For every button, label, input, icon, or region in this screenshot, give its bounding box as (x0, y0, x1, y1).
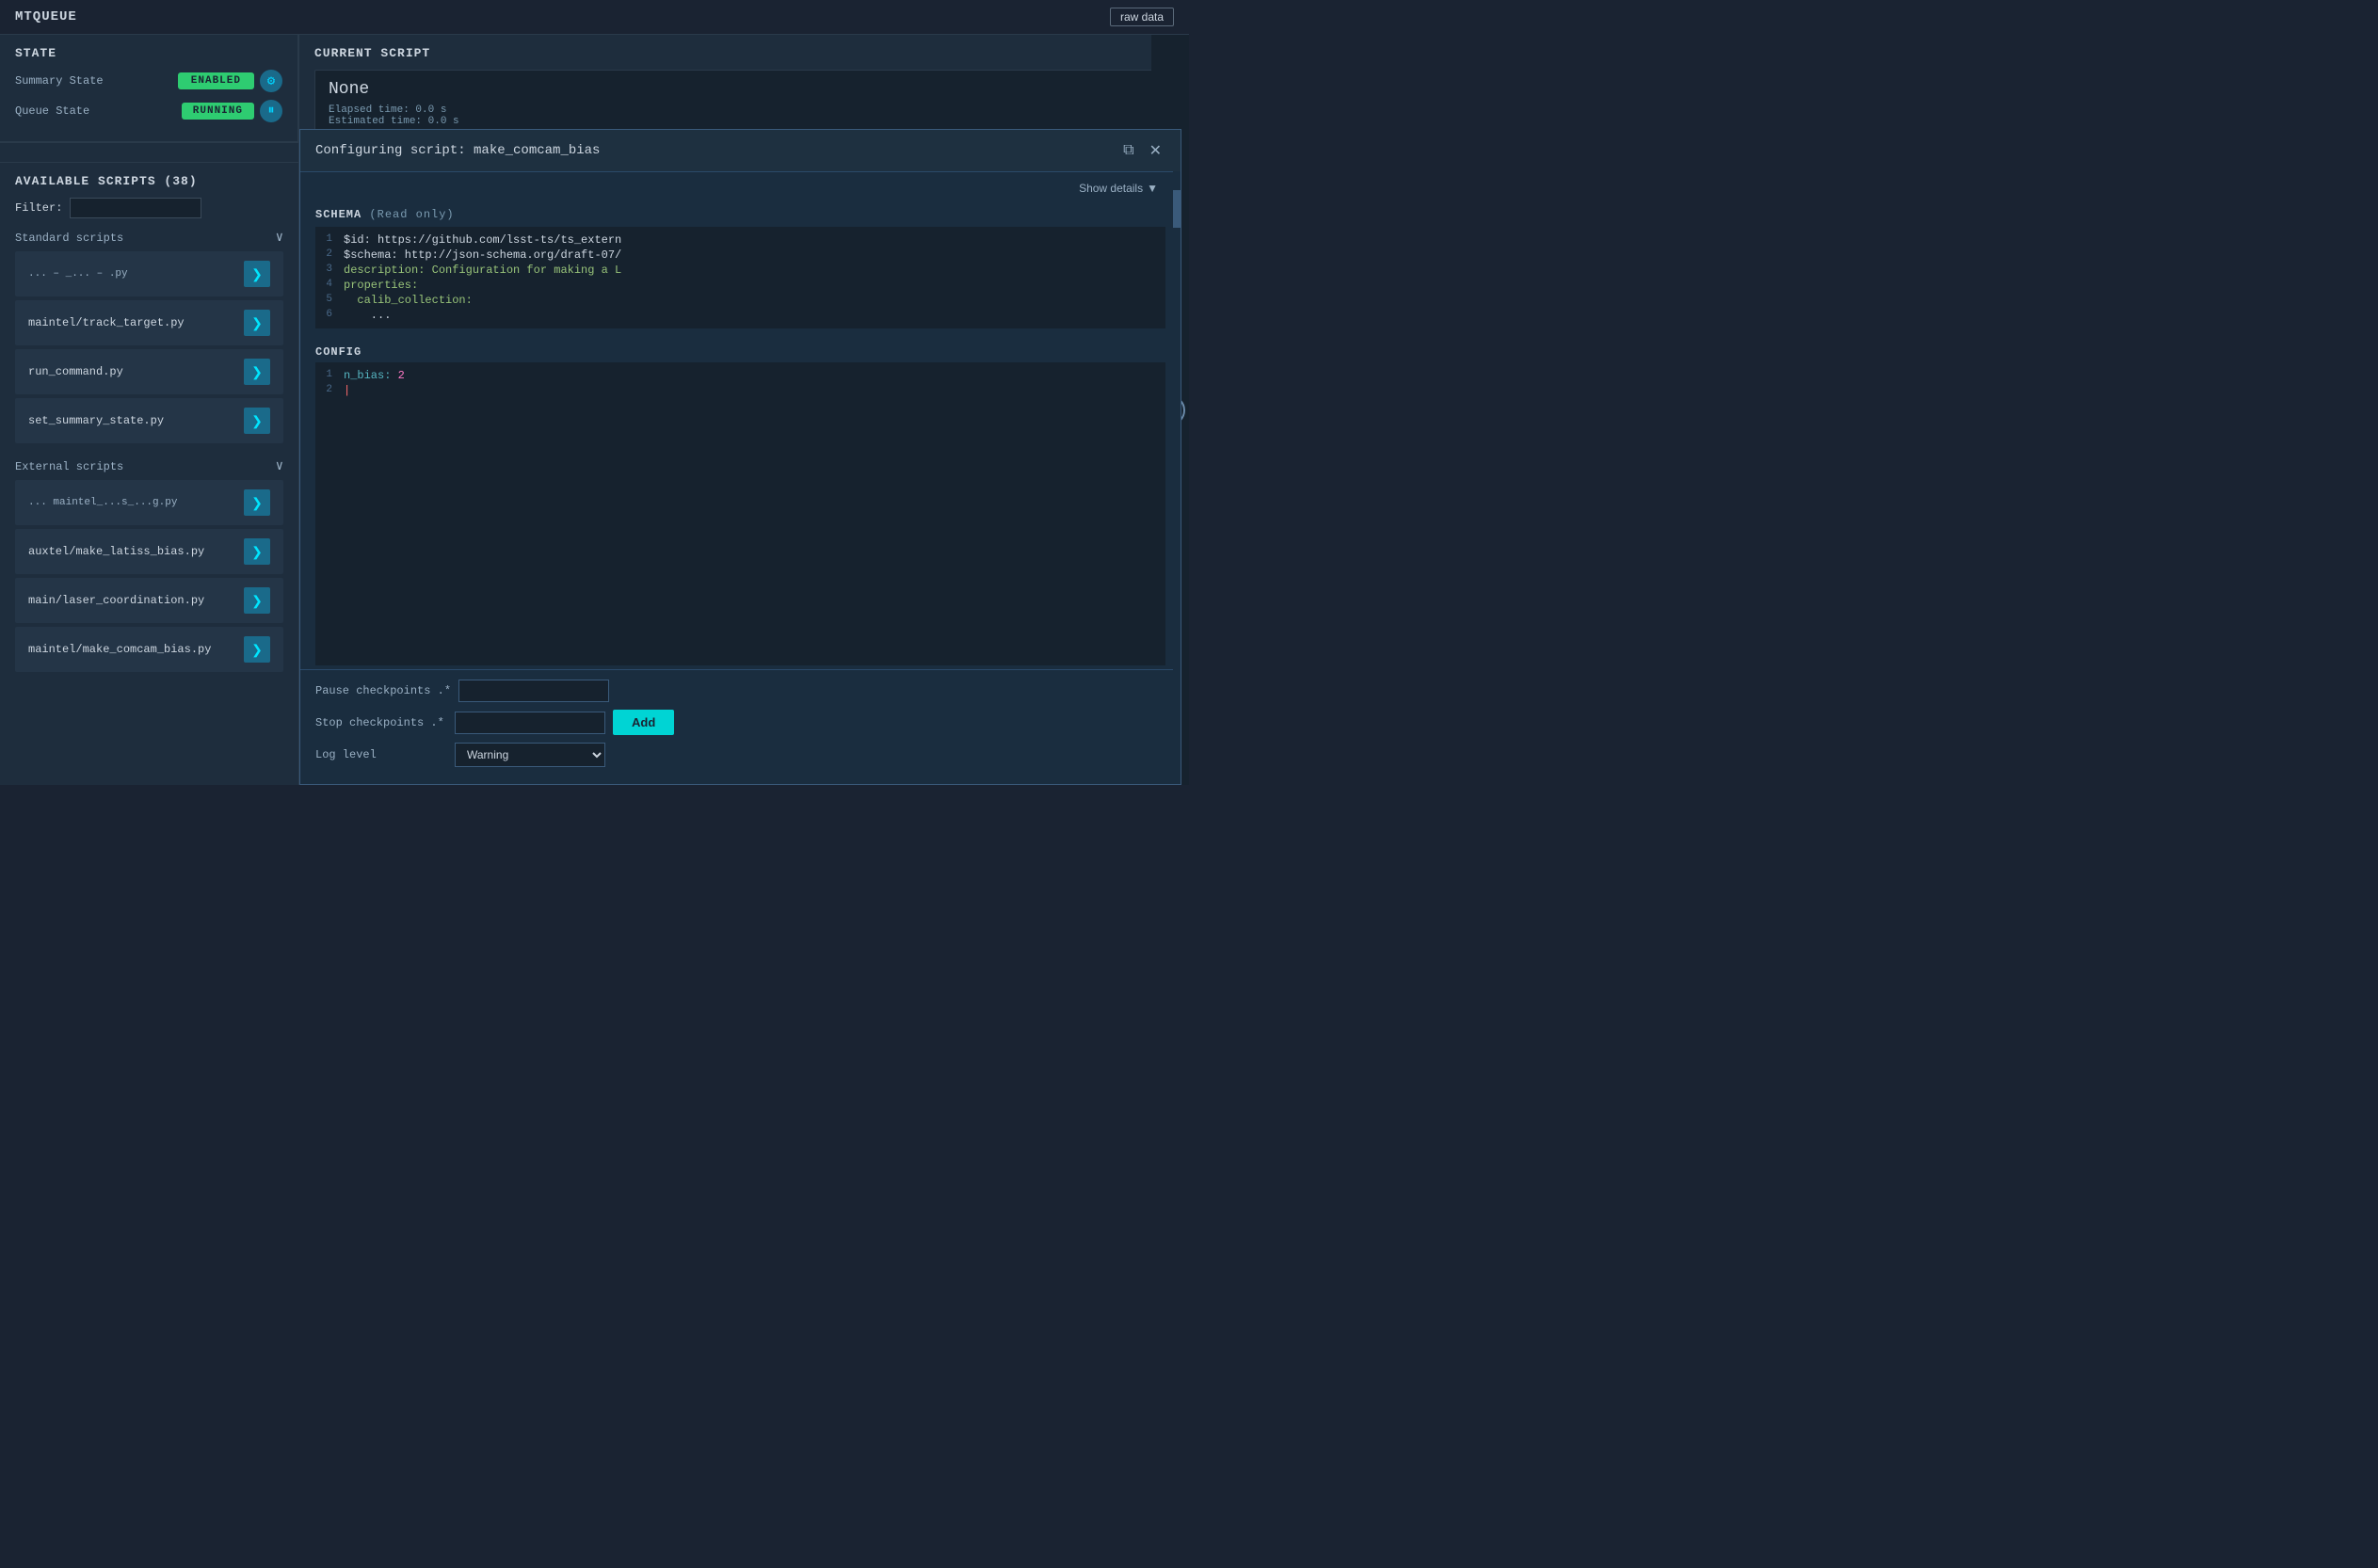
dialog-title: Configuring script: make_comcam_bias (315, 143, 600, 158)
scrollbar-thumb (1173, 190, 1181, 228)
available-scripts-section: AVAILABLE SCRIPTS (38) Filter: Standard … (0, 163, 298, 785)
script-name: main/laser_coordination.py (28, 594, 204, 607)
log-level-select[interactable]: Debug Info Warning Error Critical (455, 743, 605, 767)
schema-section: SCHEMA (Read only) 1 $id: https://github… (300, 200, 1181, 338)
code-line: 1 n_bias: 2 (315, 368, 1165, 383)
dialog-header: Configuring script: make_comcam_bias ⧉ ✕ (300, 130, 1181, 172)
schema-editor: 1 $id: https://github.com/lsst-ts/ts_ext… (315, 227, 1165, 328)
available-scripts-title: AVAILABLE SCRIPTS (38) (15, 174, 283, 188)
close-icon[interactable]: ✕ (1146, 139, 1165, 162)
current-script-name: None (329, 80, 1160, 99)
add-button[interactable]: Add (613, 710, 674, 735)
stop-checkpoints-input[interactable] (455, 712, 605, 734)
code-line: 6 ... (315, 308, 1165, 323)
list-item[interactable]: maintel/track_target.py ❯ (15, 300, 283, 345)
configure-dialog: Configuring script: make_comcam_bias ⧉ ✕… (299, 129, 1181, 785)
config-title: CONFIG (315, 345, 1165, 359)
script-run-button[interactable]: ❯ (244, 489, 270, 516)
pause-checkpoints-input[interactable] (458, 680, 609, 702)
standard-scripts-label: Standard scripts (15, 232, 123, 245)
code-line: 5 calib_collection: (315, 293, 1165, 308)
dialog-scrollbar[interactable] (1173, 171, 1181, 784)
form-section: Pause checkpoints .* Stop checkpoints .*… (300, 669, 1181, 784)
script-run-button[interactable]: ❯ (244, 359, 270, 385)
estimated-time: Estimated time: 0.0 s (329, 116, 1160, 127)
external-scripts-label: External scripts (15, 460, 123, 473)
left-panel: STATE Summary State ENABLED ⚙ Queue Stat… (0, 35, 299, 785)
pause-checkpoints-row: Pause checkpoints .* (315, 680, 1165, 702)
list-item[interactable]: auxtel/make_latiss_bias.py ❯ (15, 529, 283, 574)
pause-checkpoints-label: Pause checkpoints .* (315, 684, 451, 697)
code-line: 4 properties: (315, 278, 1165, 293)
log-level-label: Log level (315, 748, 447, 761)
pause-icon[interactable]: ⏸ (260, 100, 282, 122)
queue-state-row: Queue State RUNNING ⏸ (15, 100, 282, 122)
chevron-down-icon: ▼ (1147, 182, 1158, 195)
main-layout: STATE Summary State ENABLED ⚙ Queue Stat… (0, 35, 1189, 785)
filter-input[interactable] (70, 198, 201, 218)
config-key: n_bias: (344, 369, 391, 382)
script-name: maintel/make_comcam_bias.py (28, 643, 211, 656)
gear-icon[interactable]: ⚙ (260, 70, 282, 92)
current-script-left (0, 143, 298, 163)
list-item[interactable]: ... – _... – .py ❯ (15, 251, 283, 296)
config-section: CONFIG 1 n_bias: 2 2 (300, 338, 1181, 669)
state-section-title: STATE (15, 46, 282, 60)
code-line: 2 $schema: http://json-schema.org/draft-… (315, 248, 1165, 263)
script-name: set_summary_state.py (28, 414, 164, 427)
config-editor[interactable]: 1 n_bias: 2 2 (315, 362, 1165, 665)
script-run-button[interactable]: ❯ (244, 261, 270, 287)
code-line: 2 (315, 383, 1165, 398)
stop-checkpoints-label: Stop checkpoints .* (315, 716, 447, 729)
list-item[interactable]: run_command.py ❯ (15, 349, 283, 394)
script-name: ... maintel_...s_...g.py (28, 497, 177, 508)
external-scripts-group: External scripts ∨ (15, 458, 283, 474)
schema-title: SCHEMA (315, 208, 362, 221)
header: MTQUEUE raw data (0, 0, 1189, 35)
script-run-button[interactable]: ❯ (244, 408, 270, 434)
code-line: 1 $id: https://github.com/lsst-ts/ts_ext… (315, 232, 1165, 248)
script-name: run_command.py (28, 365, 123, 378)
summary-state-row: Summary State ENABLED ⚙ (15, 70, 282, 92)
external-chevron-icon[interactable]: ∨ (276, 458, 283, 474)
script-name: maintel/track_target.py (28, 316, 185, 329)
code-line: 3 description: Configuration for making … (315, 263, 1165, 278)
config-value: 2 (398, 369, 405, 382)
summary-state-badge: ENABLED ⚙ (178, 70, 282, 92)
current-script-title: CURRENT SCRIPT (314, 46, 1174, 60)
queue-state-badge: RUNNING ⏸ (182, 100, 282, 122)
current-script-box: None Elapsed time: 0.0 s Estimated time:… (314, 70, 1174, 137)
script-run-button[interactable]: ❯ (244, 538, 270, 565)
schema-readonly: (Read only) (369, 208, 454, 221)
app-title: MTQUEUE (15, 9, 77, 24)
dialog-actions: ⧉ ✕ (1119, 139, 1165, 162)
raw-data-button[interactable]: raw data (1110, 8, 1174, 26)
script-run-button[interactable]: ❯ (244, 587, 270, 614)
stop-checkpoints-row: Stop checkpoints .* Add (315, 710, 1165, 735)
standard-scripts-group: Standard scripts ∨ (15, 230, 283, 246)
list-item[interactable]: ... maintel_...s_...g.py ❯ (15, 480, 283, 525)
queue-state-label: Queue State (15, 104, 100, 118)
right-panel: CURRENT SCRIPT None Elapsed time: 0.0 s … (299, 35, 1189, 785)
running-badge: RUNNING (182, 103, 254, 120)
show-details-button[interactable]: Show details ▼ (1071, 178, 1165, 199)
list-item[interactable]: set_summary_state.py ❯ (15, 398, 283, 443)
list-item[interactable]: main/laser_coordination.py ❯ (15, 578, 283, 623)
enabled-badge: ENABLED (178, 72, 254, 89)
summary-state-label: Summary State (15, 74, 104, 88)
show-details-row: Show details ▼ (300, 172, 1181, 200)
script-name: auxtel/make_latiss_bias.py (28, 545, 204, 558)
state-section: STATE Summary State ENABLED ⚙ Queue Stat… (0, 35, 298, 142)
filter-row: Filter: (15, 198, 283, 218)
list-item[interactable]: maintel/make_comcam_bias.py ❯ (15, 627, 283, 672)
copy-icon[interactable]: ⧉ (1119, 140, 1137, 161)
log-level-row: Log level Debug Info Warning Error Criti… (315, 743, 1165, 767)
standard-chevron-icon[interactable]: ∨ (276, 230, 283, 246)
script-run-button[interactable]: ❯ (244, 636, 270, 663)
elapsed-time: Elapsed time: 0.0 s (329, 104, 1160, 116)
filter-label: Filter: (15, 201, 62, 215)
script-run-button[interactable]: ❯ (244, 310, 270, 336)
script-name: ... – _... – .py (28, 268, 128, 280)
